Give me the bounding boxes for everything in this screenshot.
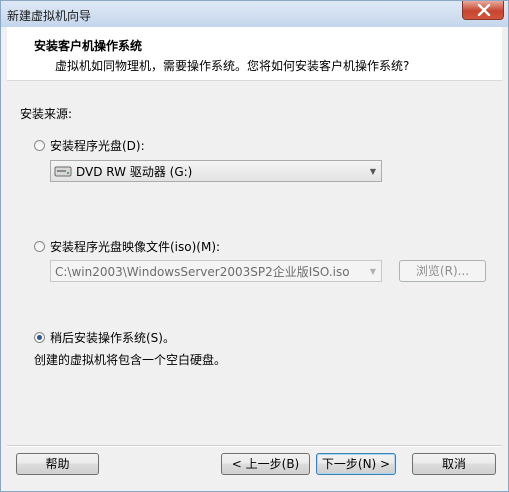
chevron-down-icon[interactable]: ▼ [365,161,381,181]
disc-drive-value: DVD RW 驱动器 (G:) [76,164,193,179]
cancel-button[interactable]: 取消 [412,453,496,475]
window-title: 新建虚拟机向导 [7,9,92,23]
radio-label: 稍后安装操作系统(S)。 [50,331,175,345]
page-subtitle: 虚拟机如同物理机，需要操作系统。您将如何安装客户机操作系统? [55,59,410,73]
wizard-content: 安装客户机操作系统 虚拟机如同物理机，需要操作系统。您将如何安装客户机操作系统?… [7,27,502,487]
install-source-label: 安装来源: [20,107,73,121]
title-bar[interactable]: 新建虚拟机向导 [1,1,508,27]
help-button[interactable]: 帮助 [16,453,99,475]
footer-divider [7,445,502,447]
radio-install-later[interactable]: 稍后安装操作系统(S)。 [34,329,175,346]
iso-path-value: C:\win2003\WindowsServer2003SP2企业版ISO.is… [55,264,350,279]
chevron-down-icon[interactable]: ▼ [365,261,381,281]
close-icon [477,4,491,16]
install-later-description: 创建的虚拟机将包含一个空白硬盘。 [34,353,227,367]
radio-button[interactable] [34,241,45,252]
dvd-drive-icon [54,166,72,177]
disc-drive-select[interactable]: DVD RW 驱动器 (G:) ▼ [50,160,382,182]
radio-button[interactable] [34,140,45,151]
radio-button[interactable] [34,332,45,343]
back-button[interactable]: < 上一步(B) [221,453,310,475]
browse-button[interactable]: 浏览(R)... [399,260,486,282]
close-button[interactable] [462,1,504,20]
next-button[interactable]: 下一步(N) > [316,453,396,475]
radio-label: 安装程序光盘(D): [50,139,145,153]
wizard-window: 新建虚拟机向导 安装客户机操作系统 虚拟机如同物理机，需要操作系统。您将如何安装… [0,0,509,492]
wizard-header: 安装客户机操作系统 虚拟机如同物理机，需要操作系统。您将如何安装客户机操作系统? [7,27,502,81]
radio-installer-disc[interactable]: 安装程序光盘(D): [34,137,145,154]
radio-label: 安装程序光盘映像文件(iso)(M): [50,240,221,254]
page-title: 安装客户机操作系统 [34,39,143,53]
iso-path-select[interactable]: C:\win2003\WindowsServer2003SP2企业版ISO.is… [50,260,382,282]
radio-iso-image[interactable]: 安装程序光盘映像文件(iso)(M): [34,238,220,255]
